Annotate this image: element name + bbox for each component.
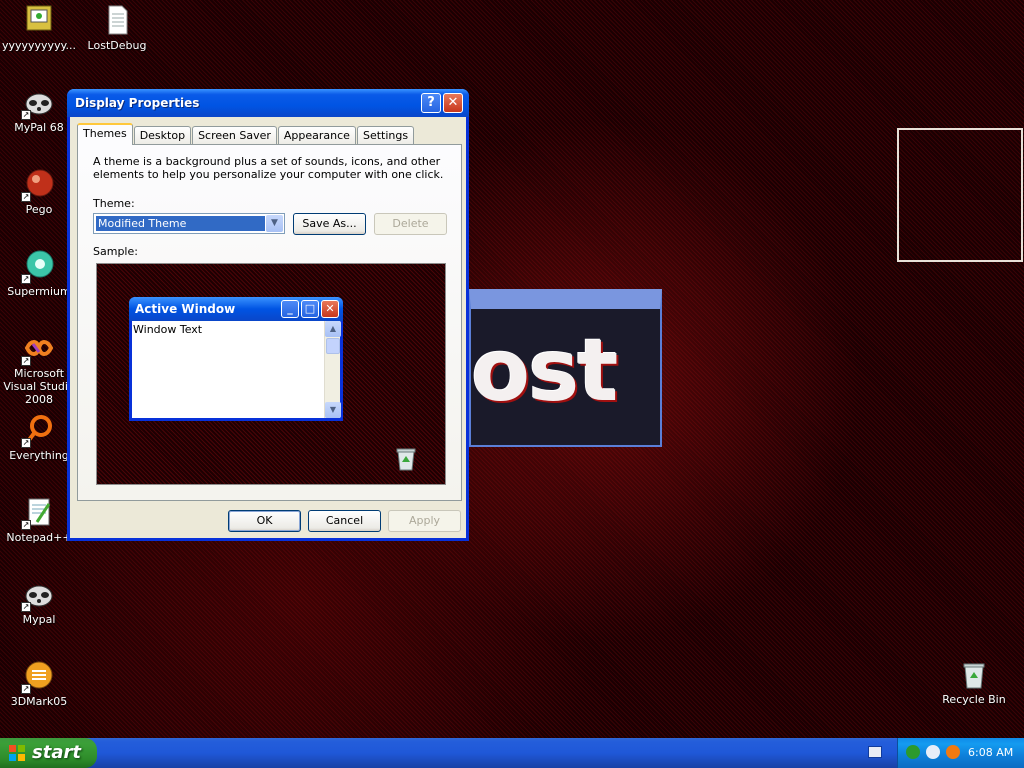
- themes-panel: A theme is a background plus a set of so…: [77, 144, 462, 501]
- notepad-plus-plus-icon: ↗: [21, 496, 55, 530]
- desktop-icon-label: LostDebug: [87, 39, 147, 52]
- desktop-icon-label: Pego: [25, 203, 53, 216]
- splash-text: ost: [471, 321, 618, 421]
- desktop-icon-label: Recycle Bin: [942, 693, 1006, 706]
- 3dmark-icon: ↗: [21, 660, 55, 694]
- desktop-icon-lostdebug[interactable]: LostDebug: [78, 4, 156, 52]
- close-button[interactable]: ✕: [443, 93, 463, 113]
- tab-screen-saver[interactable]: Screen Saver: [192, 126, 277, 145]
- shortcut-arrow-icon: ↗: [21, 602, 31, 612]
- theme-sample-preview: Active Window _ □ ✕ Window Text ▲ ▼: [96, 263, 446, 485]
- desktop-icon-label: Mypal: [22, 613, 56, 626]
- sample-window-titlebar: Active Window _ □ ✕: [129, 297, 343, 321]
- windows-flag-icon: [8, 744, 26, 762]
- scroll-thumb: [326, 338, 340, 354]
- shortcut-arrow-icon: ↗: [21, 110, 31, 120]
- desktop-icon-label: Notepad++: [6, 531, 72, 544]
- sample-scrollbar: ▲ ▼: [324, 321, 341, 418]
- pego-ball-icon: ↗: [21, 168, 55, 202]
- visual-studio-icon: ↗: [21, 332, 55, 366]
- chevron-down-icon[interactable]: ▼: [266, 215, 283, 232]
- delete-button[interactable]: Delete: [374, 213, 447, 235]
- search-tray-icon[interactable]: [946, 745, 960, 759]
- sample-window-title: Active Window: [135, 302, 236, 316]
- network-icon[interactable]: [906, 745, 920, 759]
- help-button[interactable]: ?: [421, 93, 441, 113]
- text-file-icon: [101, 4, 133, 36]
- display-properties-dialog[interactable]: Display Properties ? ✕ Themes Desktop Sc…: [67, 89, 469, 541]
- desktop-icon-label: Microsoft Visual Studio 2008: [3, 367, 75, 406]
- taskbar: start 6:08 AM: [0, 738, 1024, 768]
- dialog-title: Display Properties: [75, 96, 200, 110]
- theme-select-value: Modified Theme: [96, 216, 265, 231]
- cancel-button[interactable]: Cancel: [308, 510, 381, 532]
- start-label: start: [32, 742, 81, 763]
- sample-label: Sample:: [93, 245, 138, 258]
- supermium-browser-icon: ↗: [21, 250, 55, 284]
- tab-settings[interactable]: Settings: [356, 126, 415, 145]
- clock: 6:08 AM: [968, 746, 1014, 759]
- sample-active-window: Active Window _ □ ✕ Window Text ▲ ▼: [129, 297, 343, 421]
- shortcut-arrow-icon: ↗: [21, 684, 31, 694]
- minimize-icon: _: [281, 300, 299, 318]
- tab-appearance[interactable]: Appearance: [277, 126, 356, 145]
- ok-button[interactable]: OK: [228, 510, 301, 532]
- shortcut-arrow-icon: ↗: [21, 192, 31, 202]
- scroll-up-icon: ▲: [325, 321, 341, 337]
- shortcut-arrow-icon: ↗: [21, 356, 31, 366]
- shortcut-arrow-icon: ↗: [21, 274, 31, 284]
- selection-rectangle: [897, 128, 1023, 262]
- save-as-button[interactable]: Save As...: [293, 213, 366, 235]
- desktop-icon-label: MyPal 68: [14, 121, 64, 134]
- keyboard-icon[interactable]: [868, 746, 882, 758]
- desktop-icon-mypal[interactable]: ↗ Mypal: [0, 578, 78, 626]
- start-button[interactable]: start: [0, 738, 97, 768]
- desktop-icon-recycle-bin[interactable]: Recycle Bin: [935, 658, 1013, 706]
- tab-strip: Themes Desktop Screen Saver Appearance S…: [77, 123, 415, 145]
- shortcut-arrow-icon: ↗: [21, 438, 31, 448]
- mypal-raccoon-icon: ↗: [21, 578, 55, 612]
- sample-window-body: Window Text ▲ ▼: [132, 321, 341, 418]
- desktop-icon-3dmark05[interactable]: ↗ 3DMark05: [0, 660, 78, 708]
- theme-label: Theme:: [93, 197, 135, 210]
- dialog-titlebar[interactable]: Display Properties ? ✕: [67, 89, 469, 117]
- apply-button[interactable]: Apply: [388, 510, 461, 532]
- scroll-down-icon: ▼: [325, 402, 341, 418]
- everything-search-icon: ↗: [21, 414, 55, 448]
- recycle-bin-icon: [958, 658, 990, 690]
- theme-description: A theme is a background plus a set of so…: [93, 155, 444, 181]
- close-icon: ✕: [321, 300, 339, 318]
- splash-window[interactable]: ost: [469, 289, 662, 447]
- desktop-icon-label: Supermium: [7, 285, 71, 298]
- theme-select[interactable]: Modified Theme ▼: [93, 213, 285, 234]
- tab-themes[interactable]: Themes: [77, 123, 133, 145]
- tab-desktop[interactable]: Desktop: [133, 126, 192, 145]
- monitor-settings-icon: [23, 4, 55, 36]
- desktop-icon-yyyy[interactable]: yyyyyyyyyy...: [0, 4, 78, 52]
- desktop-icon-label: yyyyyyyyyy...: [1, 39, 77, 52]
- browser-tray-icon[interactable]: [926, 745, 940, 759]
- sample-recycle-bin-icon: [393, 444, 419, 475]
- desktop-icon-label: Everything: [9, 449, 69, 462]
- mypal-raccoon-icon: ↗: [21, 86, 55, 120]
- shortcut-arrow-icon: ↗: [21, 520, 31, 530]
- desktop-icon-label: 3DMark05: [10, 695, 68, 708]
- sample-window-text: Window Text: [133, 323, 203, 336]
- system-tray: 6:08 AM: [897, 738, 1024, 768]
- maximize-icon: □: [301, 300, 319, 318]
